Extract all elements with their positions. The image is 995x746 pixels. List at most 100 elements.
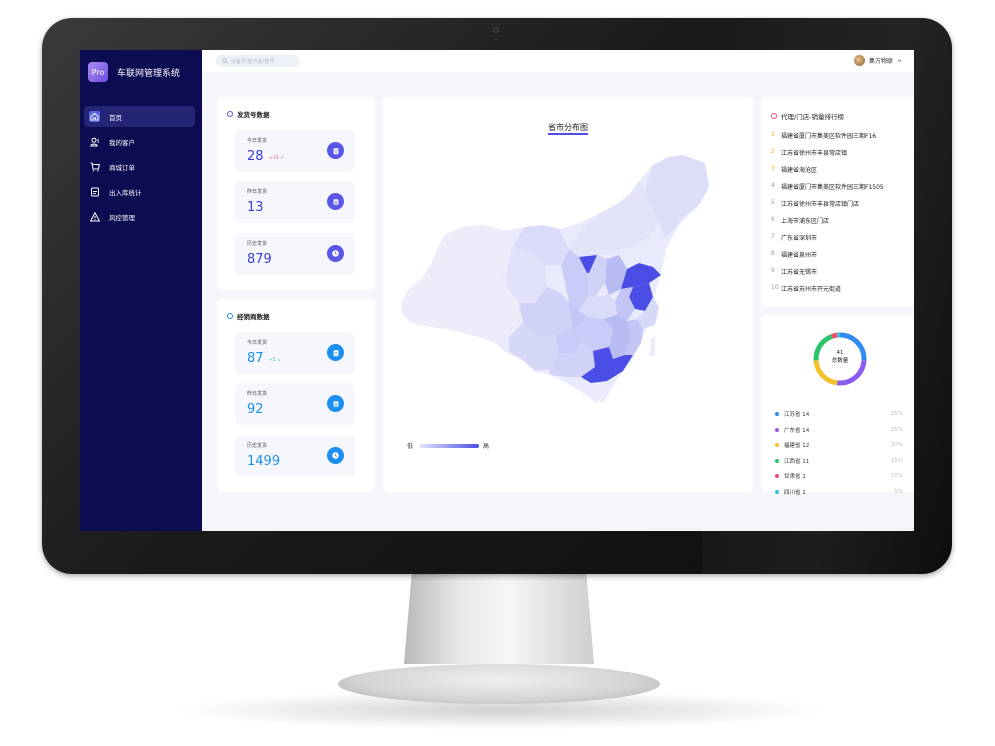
stat-value: 879: [247, 252, 272, 267]
rank-name: 江苏省徐州市丰县常店镇: [781, 150, 848, 157]
stat-delta: +15 ↗: [269, 156, 284, 161]
search-input[interactable]: 设备号/客户名/账号: [216, 55, 300, 67]
rank-name: 江苏省苏州市开元街道: [781, 286, 842, 293]
monitor-stand-neck: [404, 574, 594, 664]
rank-name: 江苏省无锡市: [781, 269, 818, 276]
chevron-down-icon: [897, 59, 902, 62]
stat-yesterday[interactable]: 昨日发货 92: [235, 383, 355, 425]
stat-value: 87: [247, 351, 264, 366]
ranking-item[interactable]: 1 福建省厦门市集美区软件园三期F16: [771, 131, 876, 140]
stat-label: 历史发货: [247, 443, 268, 449]
camera-icon: [493, 27, 499, 33]
ranking-card: 代理/门店-销量排行榜 1 福建省厦门市集美区软件园三期F16 2 江苏省徐州市丰县常…: [761, 97, 914, 307]
map-card: 省市分布图 低 高: [383, 97, 753, 492]
china-province-map[interactable]: [383, 97, 753, 492]
stat-history[interactable]: 历史发货 879: [235, 233, 355, 275]
legend-low-label: 低: [407, 443, 414, 450]
ranking-item[interactable]: 8 福建省泉州市: [771, 250, 817, 259]
rank-name: 江苏省徐州市丰县常店镇门店: [781, 201, 860, 208]
stat-value: 1499: [247, 454, 281, 469]
stat-value: 28: [247, 149, 264, 164]
app-screen: Pro 车联网管理系统 首页 我的客户 商城订单 出入库统计 风控管理 设备号/…: [80, 50, 914, 531]
clock-icon: [327, 245, 344, 262]
sidebar-item-customers[interactable]: 我的客户: [84, 131, 195, 152]
stat-today[interactable]: 今日发货 28 +15 ↗: [235, 130, 355, 172]
trend-up-icon: ↗: [279, 156, 284, 161]
rank-name: 广东省深圳市: [781, 235, 818, 242]
monitor-stand-base: [338, 664, 660, 704]
user-menu[interactable]: 集方物联: [853, 55, 902, 66]
stat-yesterday[interactable]: 昨日发货 13: [235, 181, 355, 223]
ranking-item[interactable]: 10 江苏省苏州市开元街道: [771, 284, 841, 293]
ranking-item[interactable]: 7 广东省深圳市: [771, 233, 817, 242]
sidebar-item-inventory-stats[interactable]: 出入库统计: [84, 181, 195, 202]
search-placeholder: 设备号/客户名/账号: [231, 58, 275, 65]
rank-number: 7: [771, 233, 775, 240]
ranking-item[interactable]: 4 福建省厦门市集美区软件园三期F1505: [771, 182, 884, 191]
legend-percent: 25%: [890, 426, 903, 433]
legend-dot-icon: [775, 443, 779, 447]
legend-dot-icon: [775, 427, 779, 432]
rank-name: 上海市浦东区门店: [781, 218, 830, 225]
sidebar-item-label: 首页: [109, 113, 122, 122]
clock-icon: [327, 447, 344, 464]
brand[interactable]: Pro 车联网管理系统: [88, 62, 180, 82]
rank-number: 10: [771, 284, 779, 291]
clipboard-icon: [327, 344, 344, 361]
title-dot-icon: [227, 111, 233, 117]
top-bar: 设备号/客户名/账号 集方物联: [202, 50, 914, 72]
legend-dot-icon: [775, 458, 779, 463]
sidebar-item-orders[interactable]: 商城订单: [84, 156, 195, 177]
donut-slice[interactable]: [830, 332, 838, 339]
shipping-title: 发货号数据: [237, 111, 270, 119]
stat-history[interactable]: 历史发货 1499: [235, 435, 355, 477]
legend-percent: 20%: [890, 442, 903, 448]
ranking-item[interactable]: 6 上海市浦东区门店: [771, 216, 829, 225]
rank-number: 3: [771, 165, 775, 172]
rank-name: 福建省泉州市: [781, 252, 818, 259]
rank-name: 福建省厦门市集美区软件园三期F16: [781, 133, 877, 140]
cart-icon: [89, 161, 100, 172]
legend-item[interactable]: 福建省 12 20%: [775, 441, 903, 449]
sidebar-item-home[interactable]: 首页: [84, 106, 195, 127]
app-title: 车联网管理系统: [117, 68, 181, 79]
legend-label: 江苏省 14: [784, 412, 810, 418]
rank-number: 9: [771, 267, 775, 274]
rank-name: 福建省厦门市集美区软件园三期F1505: [781, 184, 884, 191]
users-icon: [89, 136, 100, 147]
list-icon: [327, 193, 344, 210]
delta-value: +15: [269, 156, 279, 161]
sidebar-item-label: 风控管理: [109, 213, 135, 222]
legend-label: 福建省 12: [784, 443, 810, 449]
legend-item[interactable]: 四川省 1 5%: [775, 488, 903, 496]
stat-value: 92: [247, 402, 264, 417]
rank-number: 1: [771, 131, 775, 138]
sidebar-item-risk-control[interactable]: 风控管理: [84, 206, 195, 227]
dealer-card: 经销商数据 今日发货 87 +5 ↘ 昨日发货 92 历史发货 1499: [217, 299, 375, 492]
ranking-title: 代理/门店-销量排行榜: [781, 113, 845, 121]
card-title: 经销商数据: [227, 311, 270, 321]
list-icon: [327, 395, 344, 412]
stat-label: 昨日发货: [247, 391, 268, 397]
legend-item[interactable]: 江苏省 14 25%: [775, 410, 903, 418]
legend-item[interactable]: 广东省 14 25%: [775, 426, 903, 434]
sidebar-item-label: 商城订单: [109, 163, 135, 172]
ranking-item[interactable]: 9 江苏省无锡市: [771, 267, 817, 276]
ranking-item[interactable]: 3 福建省海沧区: [771, 165, 817, 174]
stat-today[interactable]: 今日发货 87 +5 ↘: [235, 332, 355, 374]
sidebar-item-label: 我的客户: [109, 138, 135, 147]
donut-total-label: 总数量: [831, 358, 849, 364]
rank-number: 4: [771, 182, 775, 189]
legend-item[interactable]: 江西省 11 15%: [775, 457, 903, 465]
sidebar-menu: 首页 我的客户 商城订单 出入库统计 风控管理: [84, 106, 195, 231]
stat-label: 历史发货: [247, 241, 268, 247]
legend-high-label: 高: [483, 443, 490, 450]
trend-icon: ↘: [277, 358, 281, 363]
ranking-item[interactable]: 5 江苏省徐州市丰县常店镇门店: [771, 199, 859, 208]
legend-item[interactable]: 甘肃省 2 10%: [775, 472, 903, 480]
clipboard-icon: [327, 142, 344, 159]
stat-value: 13: [247, 200, 264, 215]
ranking-item[interactable]: 2 江苏省徐州市丰县常店镇: [771, 148, 847, 157]
legend-dot-icon: [775, 489, 779, 494]
rank-number: 6: [771, 216, 775, 223]
